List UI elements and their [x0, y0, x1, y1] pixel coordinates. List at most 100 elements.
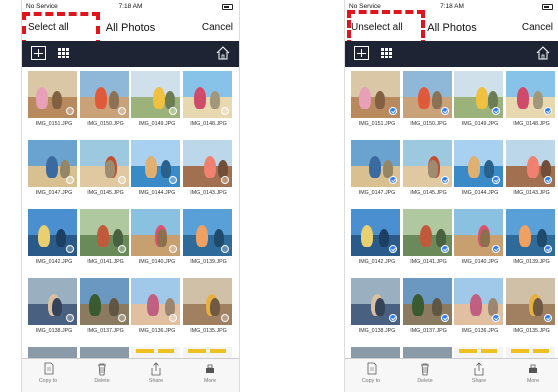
- photo-cell[interactable]: IMG_0141.JPG: [79, 209, 129, 269]
- unchecked-circle-icon[interactable]: [117, 107, 126, 115]
- photo-cell[interactable]: IMG_0150.JPG: [402, 71, 452, 131]
- photo-cell[interactable]: IMG_0142.JPG: [28, 209, 77, 269]
- photo-thumbnail[interactable]: [454, 209, 503, 256]
- checked-circle-icon[interactable]: [492, 176, 500, 184]
- unchecked-circle-icon[interactable]: [66, 176, 74, 184]
- cancel-button[interactable]: Cancel: [522, 22, 553, 33]
- photo-cell[interactable]: IMG_0138.JPG: [351, 278, 400, 338]
- checked-circle-icon[interactable]: [389, 245, 397, 253]
- photo-thumbnail[interactable]: [79, 71, 129, 118]
- photo-thumbnail[interactable]: [402, 278, 452, 325]
- photo-thumbnail[interactable]: [28, 278, 77, 325]
- checked-circle-icon[interactable]: [492, 245, 500, 253]
- unchecked-circle-icon[interactable]: [169, 176, 177, 184]
- photo-thumbnail[interactable]: [182, 278, 232, 325]
- photo-cell[interactable]: IMG_0145.JPG: [79, 140, 129, 200]
- photo-cell[interactable]: IMG_0139.JPG: [182, 209, 232, 269]
- delete-button[interactable]: Delete: [405, 362, 445, 384]
- photo-thumbnail[interactable]: [505, 209, 555, 256]
- photo-thumbnail[interactable]: [28, 140, 77, 187]
- checked-circle-icon[interactable]: [492, 107, 500, 115]
- photo-thumbnail[interactable]: [131, 71, 180, 118]
- photo-thumbnail[interactable]: [182, 209, 232, 256]
- photo-thumbnail[interactable]: [131, 140, 180, 187]
- photo-thumbnail[interactable]: [402, 140, 452, 187]
- photo-thumbnail[interactable]: [351, 71, 400, 118]
- photo-thumbnail[interactable]: [28, 209, 77, 256]
- photo-cell[interactable]: IMG_0137.JPG: [79, 278, 129, 338]
- photo-cell[interactable]: IMG_0144.JPG: [454, 140, 503, 200]
- checked-circle-icon[interactable]: [440, 314, 449, 322]
- unchecked-circle-icon[interactable]: [169, 107, 177, 115]
- photo-cell[interactable]: IMG_0149.JPG: [454, 71, 503, 131]
- photo-cell[interactable]: IMG_0135.JPG: [505, 278, 555, 338]
- photo-cell[interactable]: IMG_0148.JPG: [182, 71, 232, 131]
- photo-cell[interactable]: IMG_0136.JPG: [454, 278, 503, 338]
- photo-cell[interactable]: IMG_0141.JPG: [402, 209, 452, 269]
- photo-cell[interactable]: IMG_0137.JPG: [402, 278, 452, 338]
- photo-thumbnail[interactable]: [79, 209, 129, 256]
- photo-cell[interactable]: IMG_0145.JPG: [402, 140, 452, 200]
- delete-button[interactable]: Delete: [82, 362, 122, 384]
- unchecked-circle-icon[interactable]: [117, 245, 126, 253]
- checked-circle-icon[interactable]: [543, 314, 552, 322]
- photo-thumbnail[interactable]: [505, 140, 555, 187]
- unchecked-circle-icon[interactable]: [66, 107, 74, 115]
- photo-thumbnail[interactable]: [79, 140, 129, 187]
- grid-view-icon[interactable]: [381, 48, 392, 58]
- photo-thumbnail[interactable]: [351, 140, 400, 187]
- photo-thumbnail[interactable]: [454, 278, 503, 325]
- photo-cell[interactable]: IMG_0147.JPG: [28, 140, 77, 200]
- photo-thumbnail[interactable]: [351, 278, 400, 325]
- share-button[interactable]: Share: [136, 362, 176, 384]
- checked-circle-icon[interactable]: [543, 107, 552, 115]
- copy-to-button[interactable]: Copy to: [28, 362, 68, 384]
- cancel-button[interactable]: Cancel: [202, 22, 233, 33]
- photo-cell[interactable]: IMG_0138.JPG: [28, 278, 77, 338]
- photo-thumbnail[interactable]: [351, 209, 400, 256]
- share-button[interactable]: Share: [459, 362, 499, 384]
- photo-cell[interactable]: IMG_0151.JPG: [28, 71, 77, 131]
- photo-cell[interactable]: IMG_0140.JPG: [454, 209, 503, 269]
- photo-thumbnail[interactable]: [402, 71, 452, 118]
- home-icon[interactable]: [215, 45, 231, 61]
- photo-thumbnail[interactable]: [131, 278, 180, 325]
- more-button[interactable]: More: [513, 362, 553, 384]
- photo-cell[interactable]: IMG_0135.JPG: [182, 278, 232, 338]
- photo-cell[interactable]: IMG_0143.JPG: [505, 140, 555, 200]
- photo-cell[interactable]: IMG_0149.JPG: [131, 71, 180, 131]
- grid-view-icon[interactable]: [58, 48, 69, 58]
- checked-circle-icon[interactable]: [440, 176, 449, 184]
- photo-cell[interactable]: IMG_0139.JPG: [505, 209, 555, 269]
- photo-thumbnail[interactable]: [182, 71, 232, 118]
- more-button[interactable]: More: [190, 362, 230, 384]
- unchecked-circle-icon[interactable]: [117, 176, 126, 184]
- unchecked-circle-icon[interactable]: [169, 245, 177, 253]
- photo-cell[interactable]: IMG_0150.JPG: [79, 71, 129, 131]
- photo-cell[interactable]: IMG_0136.JPG: [131, 278, 180, 338]
- photo-thumbnail[interactable]: [505, 71, 555, 118]
- unchecked-circle-icon[interactable]: [169, 314, 177, 322]
- checked-circle-icon[interactable]: [389, 107, 397, 115]
- add-icon[interactable]: [354, 46, 369, 60]
- photo-thumbnail[interactable]: [505, 278, 555, 325]
- photo-thumbnail[interactable]: [454, 140, 503, 187]
- photo-thumbnail[interactable]: [131, 209, 180, 256]
- photo-thumbnail[interactable]: [79, 278, 129, 325]
- checked-circle-icon[interactable]: [543, 176, 552, 184]
- checked-circle-icon[interactable]: [440, 107, 449, 115]
- checked-circle-icon[interactable]: [389, 314, 397, 322]
- photo-thumbnail[interactable]: [402, 209, 452, 256]
- photo-cell[interactable]: IMG_0151.JPG: [351, 71, 400, 131]
- unchecked-circle-icon[interactable]: [220, 314, 229, 322]
- photo-thumbnail[interactable]: [28, 71, 77, 118]
- checked-circle-icon[interactable]: [492, 314, 500, 322]
- photo-cell[interactable]: IMG_0143.JPG: [182, 140, 232, 200]
- unchecked-circle-icon[interactable]: [220, 176, 229, 184]
- unchecked-circle-icon[interactable]: [66, 245, 74, 253]
- photo-thumbnail[interactable]: [454, 71, 503, 118]
- photo-cell[interactable]: IMG_0140.JPG: [131, 209, 180, 269]
- photo-cell[interactable]: IMG_0142.JPG: [351, 209, 400, 269]
- photo-cell[interactable]: IMG_0147.JPG: [351, 140, 400, 200]
- add-icon[interactable]: [31, 46, 46, 60]
